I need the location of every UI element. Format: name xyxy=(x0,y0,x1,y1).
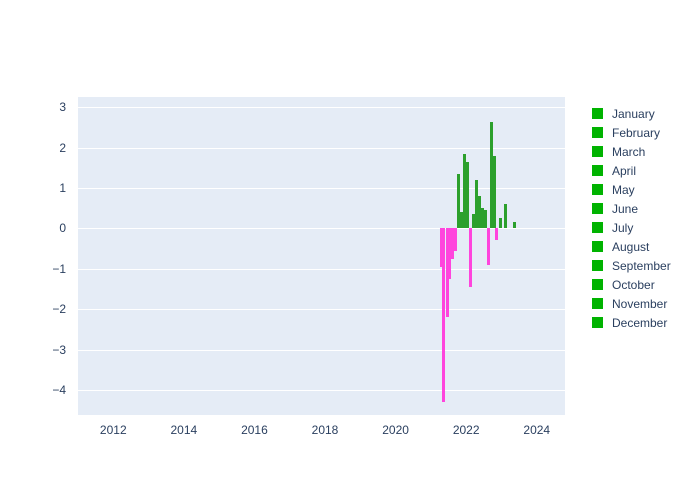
legend-swatch-icon xyxy=(592,317,603,328)
legend-label: July xyxy=(612,220,634,235)
y-axis-tick-label: 2 xyxy=(59,140,66,155)
legend-label: September xyxy=(612,258,671,273)
legend-swatch-icon xyxy=(592,184,603,195)
gridline xyxy=(78,309,565,311)
y-axis: 3 2 1 0 −1 −2 −3 −4 xyxy=(0,97,74,415)
x-axis-tick-label: 2016 xyxy=(241,423,268,437)
bar[interactable] xyxy=(466,161,470,229)
gridline xyxy=(78,228,565,230)
legend-label: May xyxy=(612,182,635,197)
y-axis-tick-label: −4 xyxy=(52,382,66,397)
x-axis-tick-label: 2022 xyxy=(452,423,480,437)
bar[interactable] xyxy=(486,228,490,265)
legend-item-july[interactable]: July xyxy=(592,218,696,237)
gridline xyxy=(78,349,565,351)
bar[interactable] xyxy=(495,228,499,241)
legend-item-september[interactable]: September xyxy=(592,256,696,275)
x-axis-tick-label: 2024 xyxy=(523,423,551,437)
x-axis-tick-label: 2014 xyxy=(170,423,198,437)
x-axis-tick-label: 2020 xyxy=(382,423,409,437)
y-axis-tick-label: −2 xyxy=(52,302,66,317)
gridline xyxy=(78,268,565,270)
legend-item-october[interactable]: October xyxy=(592,275,696,294)
gridline xyxy=(78,107,565,109)
y-axis-tick-label: 1 xyxy=(59,180,66,195)
bar[interactable] xyxy=(513,222,517,229)
legend-swatch-icon xyxy=(592,146,603,157)
legend-swatch-icon xyxy=(592,127,603,138)
legend-item-november[interactable]: November xyxy=(592,294,696,313)
y-axis-tick-label: 3 xyxy=(59,100,66,115)
legend-swatch-icon xyxy=(592,108,603,119)
legend-item-june[interactable]: June xyxy=(592,199,696,218)
y-axis-tick-label: 0 xyxy=(59,221,66,236)
legend-swatch-icon xyxy=(592,298,603,309)
bar[interactable] xyxy=(483,210,487,229)
chart-legend: January February March April May June July Augu… xyxy=(592,104,696,332)
legend-swatch-icon xyxy=(592,165,603,176)
bar[interactable] xyxy=(492,155,496,229)
y-axis-tick-label: −1 xyxy=(52,261,66,276)
legend-item-march[interactable]: March xyxy=(592,142,696,161)
gridline xyxy=(78,389,565,391)
legend-label: November xyxy=(612,296,668,311)
legend-item-april[interactable]: April xyxy=(592,161,696,180)
x-axis-tick-label: 2018 xyxy=(311,423,339,437)
legend-item-may[interactable]: May xyxy=(592,180,696,199)
legend-swatch-icon xyxy=(592,279,603,290)
legend-label: April xyxy=(612,163,637,178)
bar[interactable] xyxy=(468,228,472,287)
legend-item-january[interactable]: January xyxy=(592,104,696,123)
legend-label: June xyxy=(612,201,639,216)
legend-item-august[interactable]: August xyxy=(592,237,696,256)
legend-swatch-icon xyxy=(592,222,603,233)
legend-item-december[interactable]: December xyxy=(592,313,696,332)
bar[interactable] xyxy=(504,204,508,229)
legend-label: February xyxy=(612,125,661,140)
legend-label: December xyxy=(612,315,668,330)
legend-label: March xyxy=(612,144,646,159)
x-axis: 2012 2014 2016 2018 2020 2022 2024 xyxy=(78,415,565,445)
bar[interactable] xyxy=(498,218,502,229)
legend-swatch-icon xyxy=(592,241,603,252)
legend-label: October xyxy=(612,277,655,292)
plot-area xyxy=(78,97,565,415)
bar[interactable] xyxy=(454,228,458,251)
legend-swatch-icon xyxy=(592,260,603,271)
legend-item-february[interactable]: February xyxy=(592,123,696,142)
legend-label: August xyxy=(612,239,650,254)
chart-figure: 3 2 1 0 −1 −2 −3 −4 2012 2014 2016 2018 2020 2022 202… xyxy=(0,0,700,500)
legend-label: January xyxy=(612,106,655,121)
y-axis-tick-label: −3 xyxy=(52,342,66,357)
x-axis-tick-label: 2012 xyxy=(99,423,127,437)
legend-swatch-icon xyxy=(592,203,603,214)
